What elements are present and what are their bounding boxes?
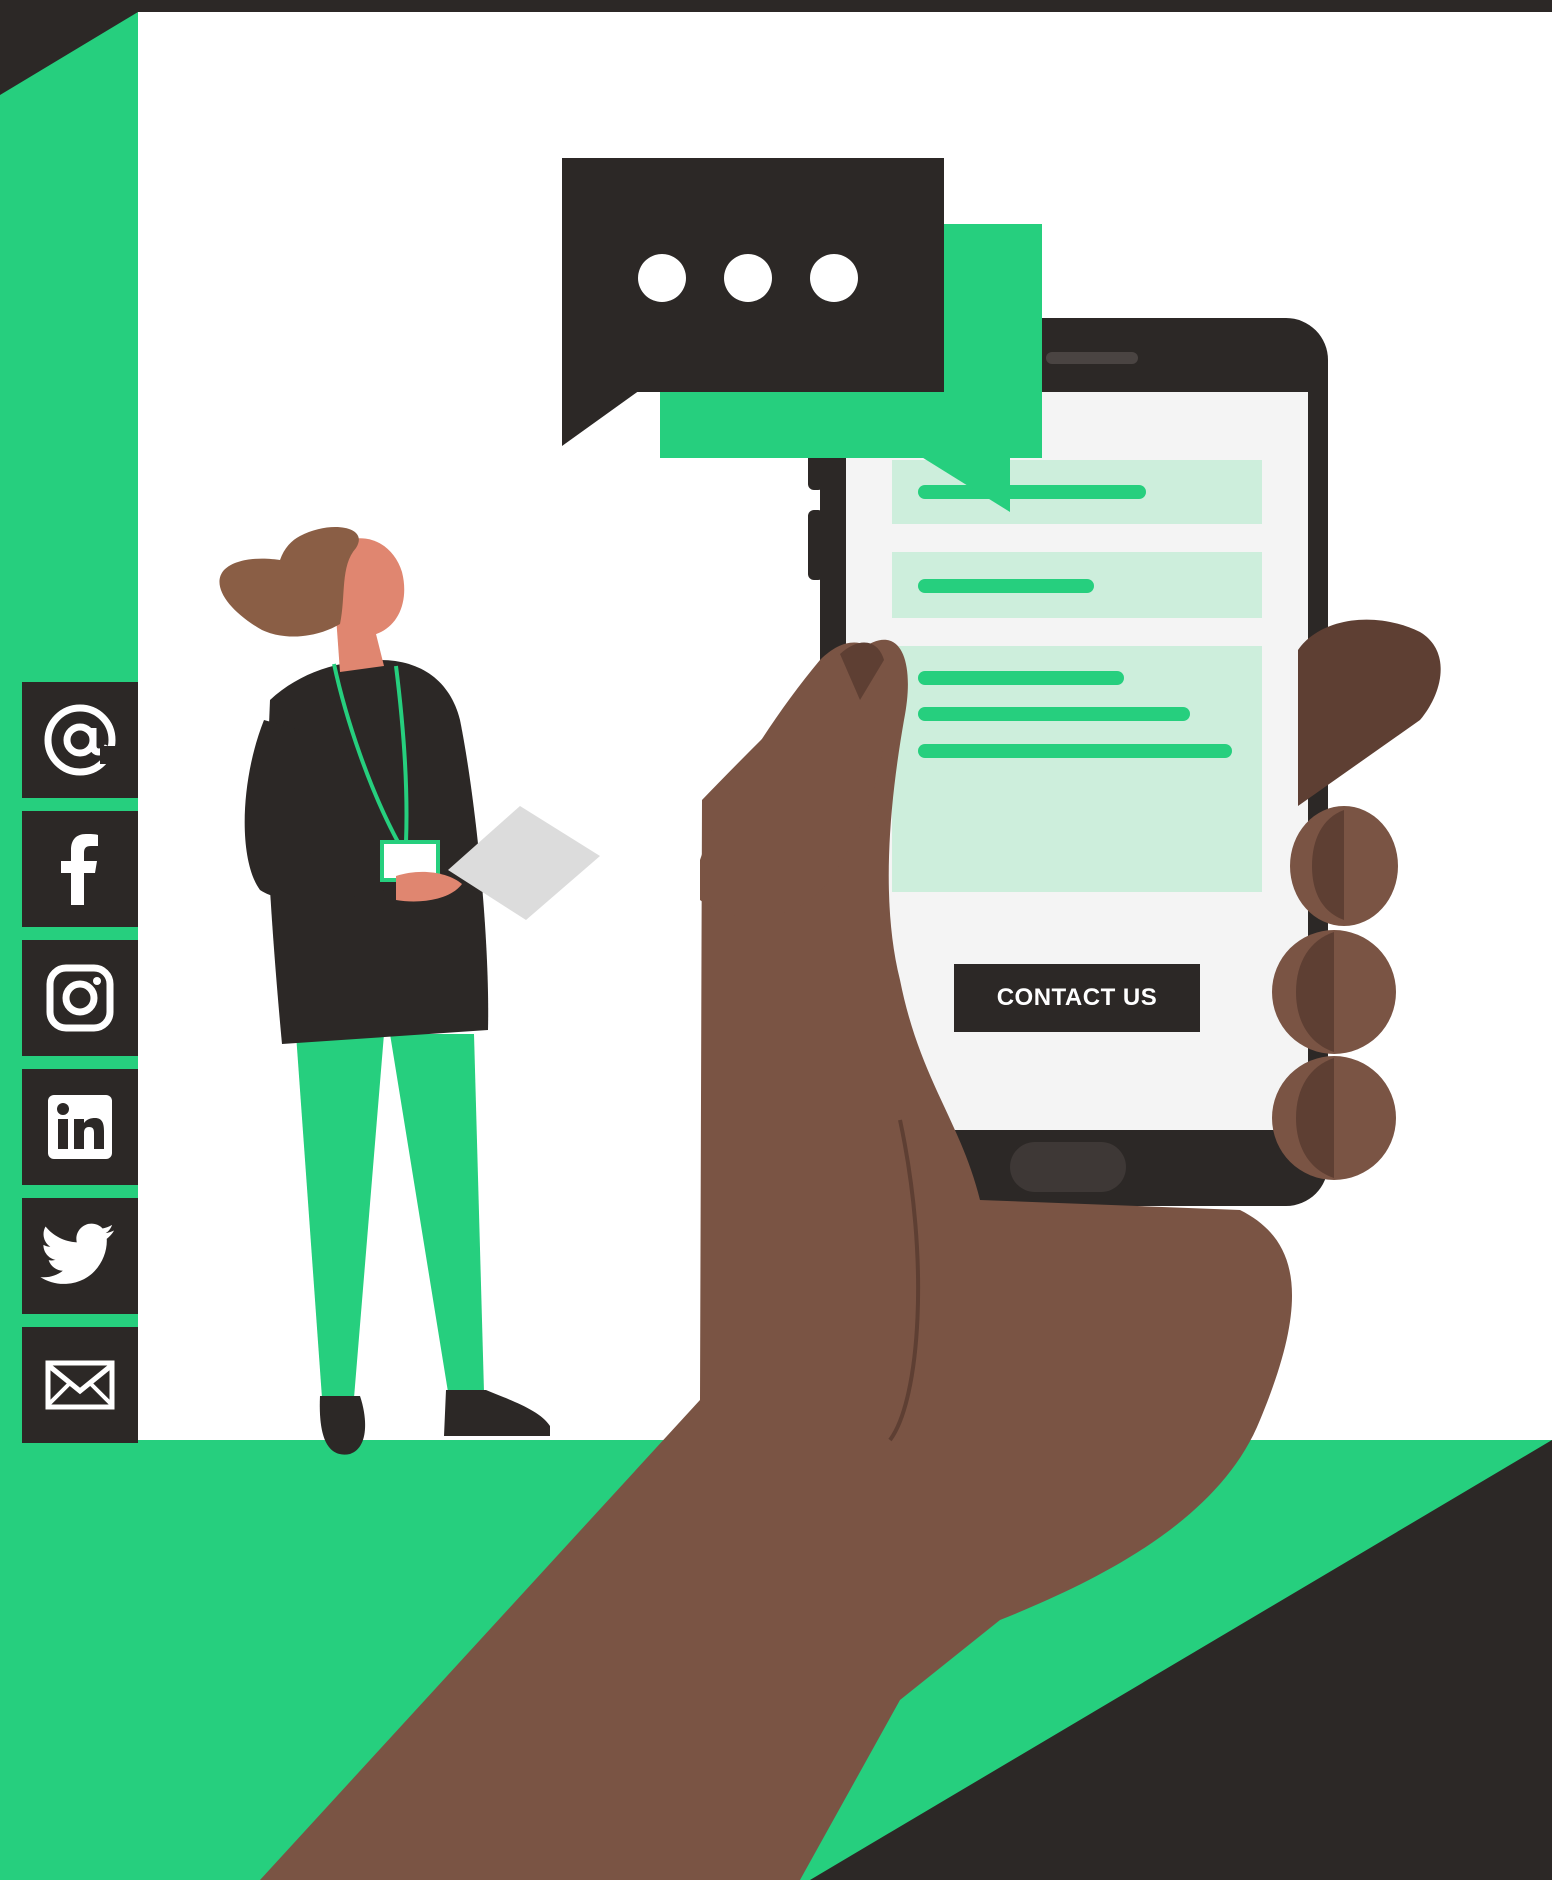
woman-shoe-right (444, 1390, 550, 1436)
instagram-button[interactable] (22, 940, 138, 1056)
woman-leg-right (390, 1034, 484, 1392)
hand-back-finger (1298, 619, 1441, 806)
instagram-icon (46, 964, 114, 1032)
social-icon-bar (22, 682, 138, 1456)
screen-line (918, 485, 1146, 499)
screen-line (918, 671, 1124, 685)
woman-hair (219, 526, 359, 637)
typing-dot (724, 254, 772, 302)
speech-bubbles (562, 158, 1042, 512)
screen-line (918, 579, 1094, 593)
contact-illustration: CONTACT US (0, 0, 1552, 1880)
typing-dot (638, 254, 686, 302)
facebook-button[interactable] (22, 811, 138, 927)
contact-us-button[interactable]: CONTACT US (954, 964, 1200, 1032)
phone-speaker (1046, 352, 1138, 364)
woman (219, 526, 600, 1455)
illustration-scene (0, 0, 1552, 1880)
screen-line (918, 744, 1232, 758)
mail-button[interactable] (22, 1327, 138, 1443)
woman-leg-left (296, 1034, 384, 1398)
linkedin-icon (48, 1095, 112, 1159)
facebook-icon (61, 834, 98, 905)
phone-side-button-2 (808, 510, 824, 580)
top-bar (0, 0, 1552, 12)
twitter-button[interactable] (22, 1198, 138, 1314)
linkedin-button[interactable] (22, 1069, 138, 1185)
phone-home-button (1010, 1142, 1126, 1192)
mail-icon (45, 1360, 115, 1410)
screen-line (918, 707, 1190, 721)
at-sign-button[interactable] (22, 682, 138, 798)
at-sign-icon (44, 704, 116, 776)
twitter-icon (40, 1223, 115, 1284)
speech-bubble-dark-tail (562, 390, 640, 446)
typing-dot (810, 254, 858, 302)
